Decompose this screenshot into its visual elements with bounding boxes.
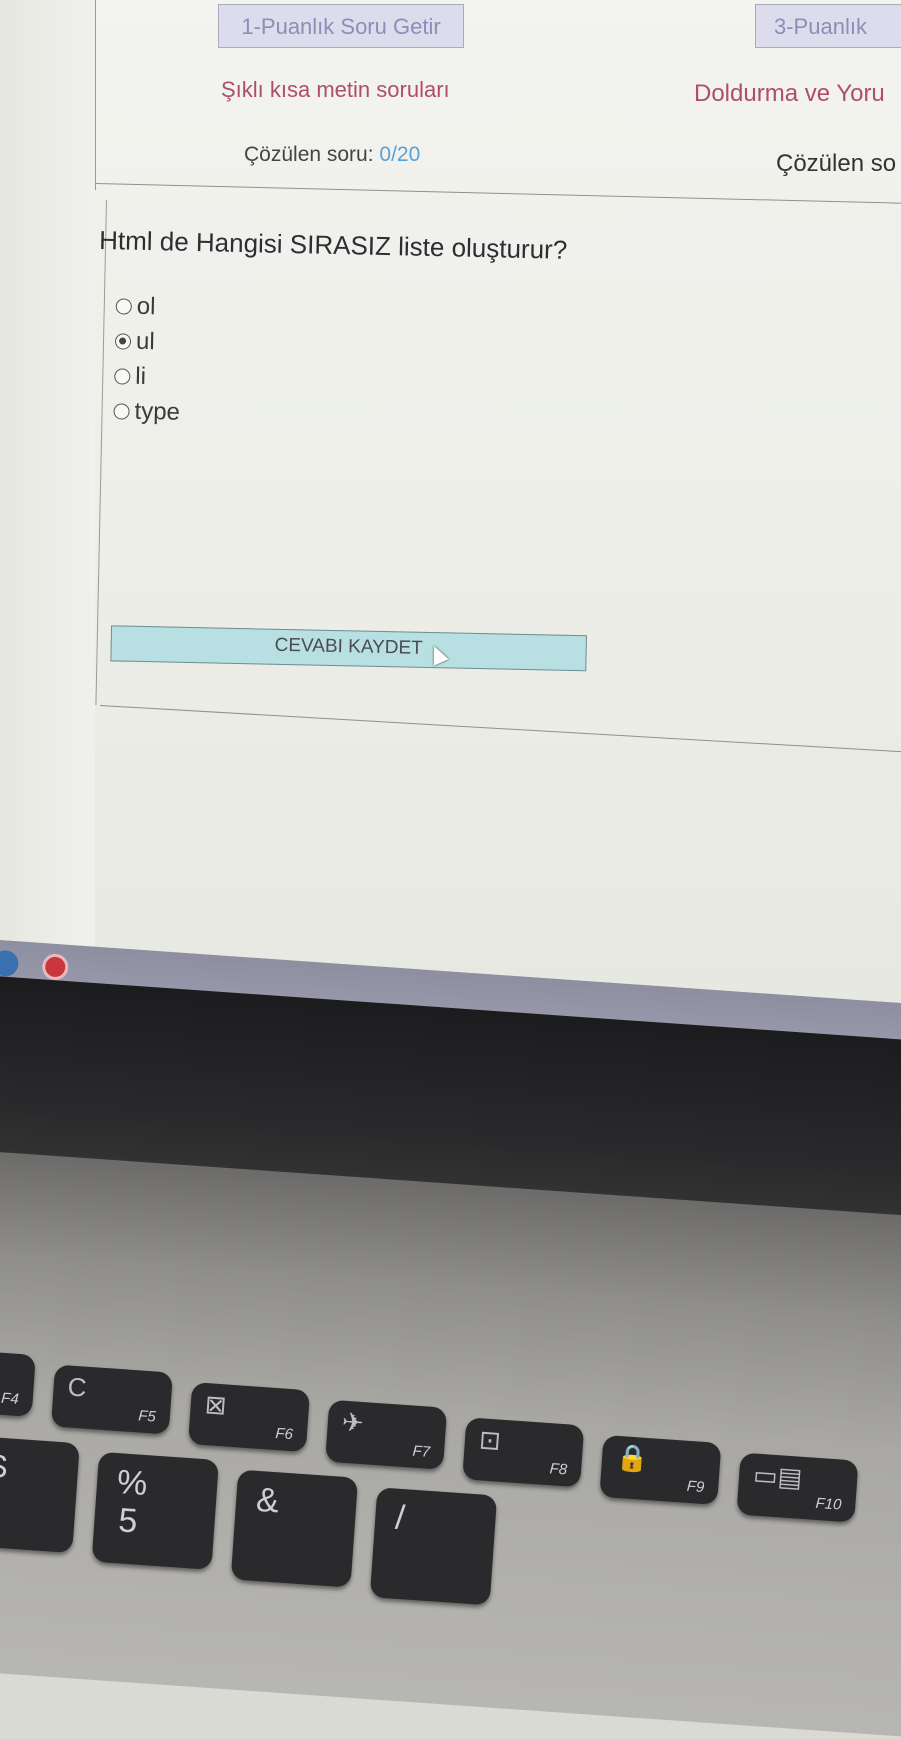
- option-ol[interactable]: ol: [115, 288, 182, 324]
- radio-button-selected[interactable]: [114, 332, 132, 350]
- radio-button[interactable]: [113, 402, 130, 420]
- key-label: F10: [814, 1494, 842, 1514]
- airplane-icon: ✈: [340, 1406, 365, 1439]
- lock-icon: 🔒: [615, 1441, 650, 1475]
- key-f7: ✈ F7: [325, 1399, 448, 1470]
- right-question-type-subtitle: Doldurma ve Yoru: [694, 80, 885, 107]
- save-answer-label: CEVABI KAYDET: [274, 634, 423, 659]
- option-ul[interactable]: ul: [114, 323, 182, 359]
- save-answer-button[interactable]: CEVABI KAYDET: [110, 625, 587, 672]
- key-f5: C F5: [50, 1364, 173, 1435]
- camera-off-icon: ⊡: [478, 1424, 502, 1456]
- question-text: Html de Hangisi SIRASIZ liste oluşturur?: [98, 224, 568, 265]
- touchpad-icon: ⊠: [203, 1389, 228, 1421]
- keyboard-deck: F4 C F5 ⊠ F6 ✈ F7 ⊡ F8 🔒 F9 ▭▤ F10 $ % 5…: [0, 1150, 901, 1739]
- key-label: F4: [0, 1389, 20, 1408]
- key-4: $: [0, 1435, 80, 1554]
- left-question-type-subtitle: Şıklı kısa metin soruları: [221, 77, 450, 102]
- refresh-icon: C: [66, 1371, 88, 1403]
- right-solved-count: Çözülen so: [776, 150, 897, 177]
- laptop-screen: 1-Puanlık Soru Getir 3-Puanlık Şıklı kıs…: [0, 0, 901, 1010]
- option-label: type: [134, 397, 181, 426]
- option-label: ul: [135, 327, 156, 355]
- key-symbol: $: [0, 1447, 9, 1487]
- option-li[interactable]: li: [114, 358, 181, 394]
- get-3-point-question-button[interactable]: 3-Puanlık: [755, 4, 901, 48]
- key-label: F5: [137, 1407, 157, 1426]
- solved-count-label: Çözülen soru:: [244, 143, 374, 166]
- key-label: F7: [411, 1442, 431, 1461]
- key-f6: ⊠ F6: [188, 1382, 311, 1453]
- key-7: /: [369, 1487, 498, 1606]
- solved-count-value: 0/20: [379, 143, 421, 166]
- display-switch-icon: ▭▤: [752, 1459, 804, 1493]
- key-label: F6: [274, 1425, 294, 1444]
- mouse-cursor-icon: [426, 642, 449, 666]
- key-digit: 5: [117, 1501, 139, 1541]
- key-6: &: [230, 1469, 359, 1588]
- key-5: % 5: [91, 1451, 219, 1570]
- key-symbol: %: [115, 1463, 149, 1504]
- key-symbol: &: [254, 1480, 281, 1521]
- radio-button[interactable]: [114, 367, 131, 385]
- key-symbol: /: [394, 1498, 407, 1538]
- key-label: F9: [686, 1477, 705, 1497]
- option-label: li: [135, 362, 147, 390]
- option-type[interactable]: type: [113, 393, 180, 429]
- left-margin: [0, 0, 95, 1000]
- question-panel: Html de Hangisi SIRASIZ liste oluşturur?…: [89, 200, 901, 737]
- browser-icon[interactable]: [41, 953, 70, 981]
- answer-options: ol ul li type: [113, 288, 182, 429]
- key-f9: 🔒 F9: [599, 1434, 722, 1505]
- key-f8: ⊡ F8: [462, 1417, 585, 1488]
- left-solved-count: Çözülen soru: 0/20: [244, 143, 420, 167]
- key-label: F8: [549, 1460, 568, 1479]
- taskbar-app-icon[interactable]: [0, 949, 20, 978]
- option-label: ol: [136, 292, 156, 320]
- radio-button[interactable]: [115, 297, 132, 315]
- key-f10: ▭▤ F10: [736, 1452, 859, 1523]
- panel-border: [95, 200, 107, 706]
- get-1-point-question-button[interactable]: 1-Puanlık Soru Getir: [218, 4, 464, 48]
- key-f4: F4: [0, 1348, 36, 1417]
